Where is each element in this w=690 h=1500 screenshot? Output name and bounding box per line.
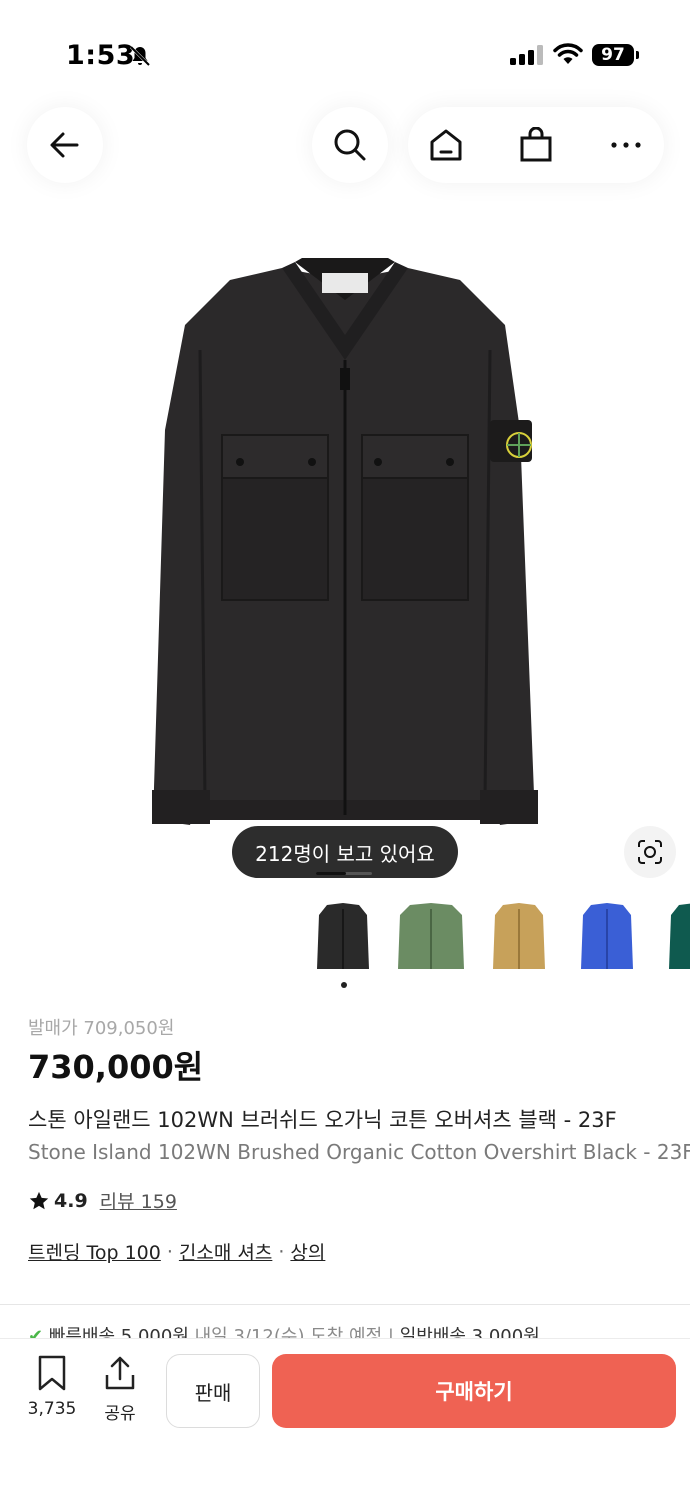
cart-button[interactable] <box>516 125 556 165</box>
bookmark-count: 3,735 <box>27 1399 77 1419</box>
bottom-action-bar: 3,735 공유 판매 구매하기 <box>0 1338 690 1500</box>
category-link-long-sleeve-shirts[interactable]: 긴소매 셔츠 <box>179 1238 272 1265</box>
image-carousel-progress <box>316 872 372 875</box>
status-time: 1:53 <box>66 40 136 71</box>
more-icon <box>611 142 641 148</box>
category-links: 트렌딩 Top 100 · 긴소매 셔츠 · 상의 <box>28 1238 325 1265</box>
camera-lens-icon <box>638 840 662 864</box>
rating-score: 4.9 <box>54 1189 88 1212</box>
sell-button[interactable]: 판매 <box>166 1354 260 1428</box>
color-thumbnail-black[interactable] <box>300 896 386 976</box>
product-name-english: Stone Island 102WN Brushed Organic Cotto… <box>28 1140 690 1164</box>
viewer-count-badge: 212명이 보고 있어요 <box>232 826 458 878</box>
bookmark-icon <box>38 1355 66 1391</box>
more-button[interactable] <box>606 125 646 165</box>
battery-indicator: 97 <box>592 44 634 66</box>
battery-tip <box>636 51 639 59</box>
review-link[interactable]: 리뷰 159 <box>100 1187 177 1214</box>
current-price: 730,000원 <box>28 1048 204 1086</box>
share-button[interactable]: 공유 <box>92 1355 148 1424</box>
thumbnail-image <box>581 903 633 969</box>
star-icon <box>29 1191 49 1209</box>
thumbnail-image <box>669 903 690 969</box>
color-thumbnail-tan[interactable] <box>476 896 562 976</box>
home-icon <box>430 129 462 161</box>
nav-action-group <box>408 107 664 183</box>
arrow-left-icon <box>50 132 79 158</box>
color-thumbnail-green[interactable] <box>388 896 474 976</box>
bell-muted-icon <box>129 45 151 67</box>
cellular-signal-icon <box>510 45 543 65</box>
thumbnail-image <box>317 903 369 969</box>
buy-button[interactable]: 구매하기 <box>272 1354 676 1428</box>
color-thumbnail-blue[interactable] <box>564 896 650 976</box>
category-separator: · <box>278 1240 285 1263</box>
product-image[interactable] <box>0 240 690 860</box>
product-name-korean: 스톤 아일랜드 102WN 브러쉬드 오가닉 코튼 오버셔츠 블랙 - 23F <box>28 1108 617 1132</box>
image-search-button[interactable] <box>624 826 676 878</box>
category-separator: · <box>166 1240 173 1263</box>
search-icon <box>334 129 366 161</box>
rating-row: 4.9 리뷰 159 <box>28 1187 177 1214</box>
thumbnail-selected-dot <box>341 982 347 988</box>
share-icon <box>105 1356 135 1390</box>
thumbnail-image <box>398 903 464 969</box>
wifi-icon <box>553 43 583 64</box>
color-thumbnail-teal[interactable] <box>652 896 690 976</box>
bookmark-button[interactable]: 3,735 <box>22 1355 82 1419</box>
search-button[interactable] <box>312 107 388 183</box>
back-button[interactable] <box>27 107 103 183</box>
image-carousel-progress-fill <box>316 872 346 875</box>
release-price: 발매가 709,050원 <box>28 1018 175 1039</box>
category-link-tops[interactable]: 상의 <box>290 1238 325 1265</box>
section-divider <box>0 1304 690 1305</box>
share-label: 공유 <box>104 1404 136 1424</box>
status-bar: 1:53 97 <box>0 0 690 110</box>
color-thumbnail-strip <box>300 896 690 976</box>
category-link-trending[interactable]: 트렌딩 Top 100 <box>28 1238 161 1265</box>
home-button[interactable] <box>426 125 466 165</box>
thumbnail-image <box>493 903 545 969</box>
shopping-bag-icon <box>520 127 552 162</box>
